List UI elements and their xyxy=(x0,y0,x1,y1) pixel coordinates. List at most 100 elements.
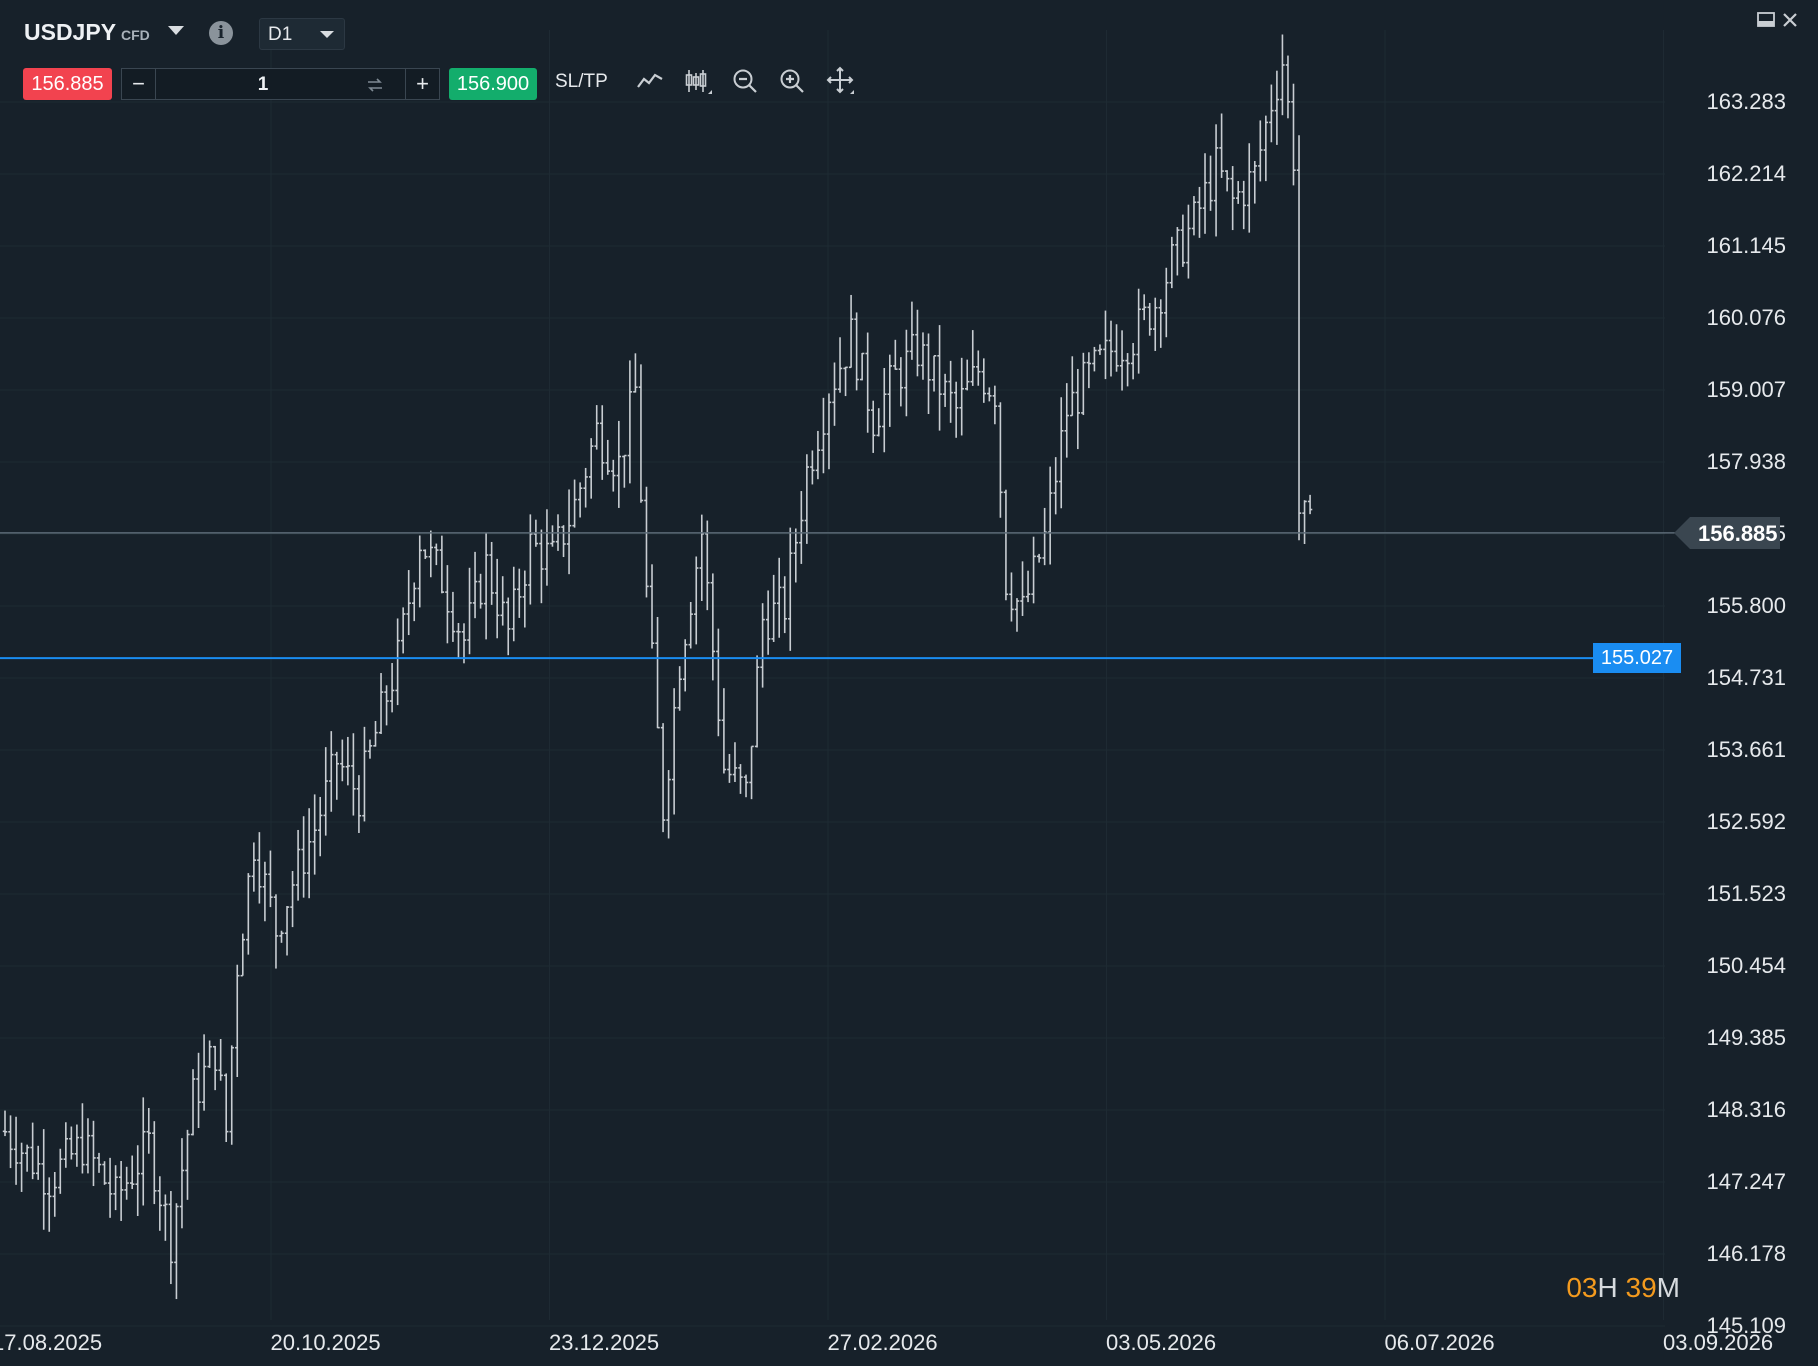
current-price-tag: 156.885 xyxy=(1674,516,1780,549)
ohlc-bar xyxy=(566,489,572,575)
ohlc-bar xyxy=(1230,166,1235,231)
ohlc-bar xyxy=(279,930,284,943)
ohlc-bar xyxy=(561,525,566,558)
ohlc-bar xyxy=(810,450,815,485)
ohlc-bar xyxy=(743,774,749,798)
ohlc-bar xyxy=(1086,352,1092,389)
ohlc-bar xyxy=(605,439,610,475)
ohlc-bar xyxy=(146,1108,151,1154)
quantity-stepper: − + xyxy=(121,68,440,101)
candlestick-icon[interactable] xyxy=(682,65,714,97)
ohlc-bar xyxy=(1092,346,1097,372)
quantity-input[interactable] xyxy=(156,69,370,101)
decrease-quantity-button[interactable]: − xyxy=(122,69,156,99)
price-axis-label: 154.731 xyxy=(1706,665,1786,690)
increase-quantity-button[interactable]: + xyxy=(405,69,439,99)
close-icon[interactable] xyxy=(1780,10,1800,30)
ohlc-bar xyxy=(1130,343,1136,380)
ohlc-bar xyxy=(588,438,594,499)
price-axis-label: 151.523 xyxy=(1706,881,1786,906)
ohlc-bar xyxy=(1280,34,1285,116)
ohlc-bar xyxy=(157,1176,163,1231)
ohlc-bar xyxy=(887,354,892,427)
ohlc-bar xyxy=(41,1129,46,1230)
price-axis-label: 153.661 xyxy=(1706,737,1786,762)
ohlc-bar xyxy=(351,733,356,816)
ohlc-bar xyxy=(218,1039,223,1081)
ohlc-bar xyxy=(174,1203,179,1300)
ohlc-bar xyxy=(400,607,406,654)
sell-button[interactable]: 156.885 xyxy=(23,68,112,100)
ohlc-bar xyxy=(970,330,975,386)
ohlc-bar xyxy=(1274,70,1280,145)
ohlc-bar xyxy=(1180,214,1186,267)
ohlc-bar xyxy=(85,1118,91,1174)
ohlc-bar xyxy=(1263,115,1269,182)
ohlc-bar xyxy=(428,530,434,578)
price-chart[interactable] xyxy=(0,0,1818,1366)
ohlc-bar xyxy=(290,871,295,928)
price-axis-label: 146.178 xyxy=(1706,1241,1786,1266)
ohlc-bar xyxy=(1031,536,1036,604)
price-axis-label: 162.214 xyxy=(1706,161,1786,186)
ohlc-bar xyxy=(1009,572,1014,622)
ohlc-bar xyxy=(229,1045,234,1145)
ohlc-bar xyxy=(141,1097,146,1206)
horizontal-line-price-tag[interactable]: 155.027 xyxy=(1593,643,1681,674)
ohlc-bar xyxy=(1285,55,1291,119)
ohlc-bar xyxy=(738,764,743,794)
ohlc-bar xyxy=(35,1145,41,1180)
ohlc-bar xyxy=(931,354,937,392)
ohlc-bar xyxy=(998,402,1003,518)
ohlc-bar xyxy=(688,602,693,649)
ohlc-bar xyxy=(500,576,505,626)
ohlc-bar xyxy=(1053,457,1058,515)
ohlc-bar xyxy=(224,1073,229,1142)
zoom-out-icon[interactable] xyxy=(729,65,761,97)
ohlc-bar xyxy=(727,753,732,783)
ohlc-bar xyxy=(699,514,704,602)
ohlc-bar xyxy=(843,366,848,397)
ohlc-bar xyxy=(19,1142,24,1192)
ohlc-bar xyxy=(837,337,843,393)
minimize-icon[interactable] xyxy=(1756,10,1776,30)
ohlc-bar xyxy=(859,352,865,381)
ohlc-bar xyxy=(577,482,583,518)
sltp-button[interactable]: SL/TP xyxy=(555,71,608,93)
timeframe-select[interactable]: D1 xyxy=(259,18,345,50)
ohlc-bar xyxy=(832,362,837,426)
ohlc-bar xyxy=(694,556,699,645)
ohlc-bar xyxy=(201,1034,207,1111)
ohlc-bar xyxy=(439,535,445,594)
ohlc-bar xyxy=(904,329,909,417)
info-icon[interactable]: i xyxy=(209,21,233,45)
ohlc-bar xyxy=(522,570,528,628)
ohlc-bar xyxy=(909,301,915,360)
ohlc-bar xyxy=(1059,397,1064,509)
ohlc-bar xyxy=(594,405,599,450)
ohlc-bar xyxy=(1164,267,1169,338)
line-chart-icon[interactable] xyxy=(634,65,666,97)
ohlc-bar xyxy=(1020,561,1025,616)
ohlc-bar xyxy=(367,739,373,759)
ohlc-bar xyxy=(1291,83,1296,186)
ohlc-bar xyxy=(1219,113,1224,178)
ohlc-bar xyxy=(627,360,633,484)
ohlc-bar xyxy=(30,1122,35,1180)
countdown-hours-unit: H xyxy=(1597,1272,1618,1303)
ohlc-bar xyxy=(423,549,428,559)
ohlc-bar xyxy=(1224,170,1230,192)
ohlc-bar xyxy=(268,850,273,908)
chevron-down-icon[interactable] xyxy=(168,26,184,35)
ohlc-bar xyxy=(1213,124,1219,237)
symbol-name[interactable]: USDJPY xyxy=(24,19,116,46)
ohlc-bar xyxy=(788,527,793,651)
ohlc-bar xyxy=(1147,302,1152,336)
buy-button[interactable]: 156.900 xyxy=(449,68,537,100)
chart-grid xyxy=(0,30,1665,1327)
zoom-in-icon[interactable] xyxy=(776,65,808,97)
crosshair-move-icon[interactable] xyxy=(824,65,856,97)
swap-icon[interactable] xyxy=(365,75,385,95)
ohlc-bar xyxy=(1136,288,1141,374)
ohlc-bar xyxy=(644,486,649,598)
